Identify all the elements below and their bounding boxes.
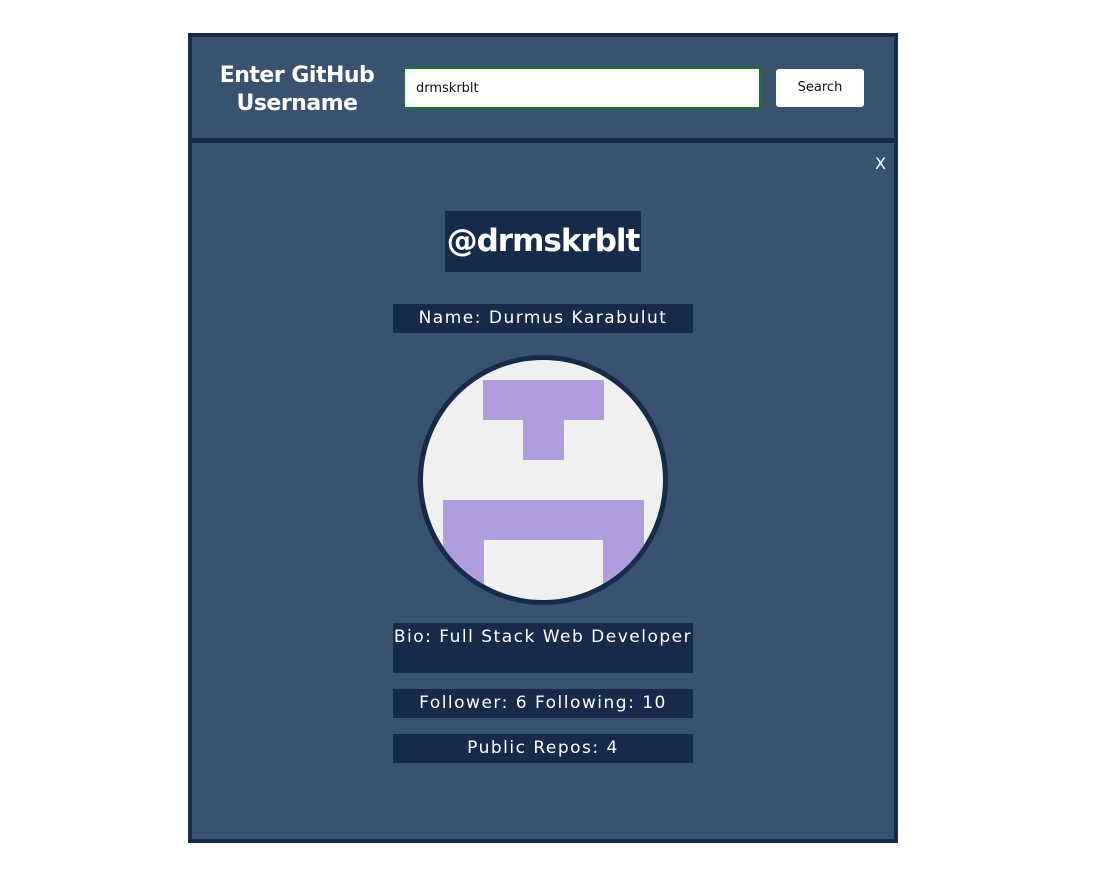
close-button[interactable]: X xyxy=(875,154,886,173)
page-title: Enter GitHub Username xyxy=(219,63,375,116)
name-label: Name: Durmus Karabulut xyxy=(393,304,693,333)
identicon-avatar-icon xyxy=(418,355,668,605)
search-button[interactable]: Search xyxy=(776,69,864,107)
avatar xyxy=(418,355,668,605)
followers-label: Follower: 6 Following: 10 xyxy=(393,689,693,718)
username-search-input[interactable] xyxy=(403,67,761,109)
github-profile-app: Enter GitHub Username Search X @drmskrbl… xyxy=(188,33,898,843)
public-repos-label: Public Repos: 4 xyxy=(393,734,693,763)
bio-label: Bio: Full Stack Web Developer xyxy=(393,623,693,673)
profile-card: X @drmskrblt Name: Durmus Karabulut Bio:… xyxy=(192,143,894,839)
search-header: Enter GitHub Username Search xyxy=(192,37,894,138)
username-heading: @drmskrblt xyxy=(445,211,641,272)
